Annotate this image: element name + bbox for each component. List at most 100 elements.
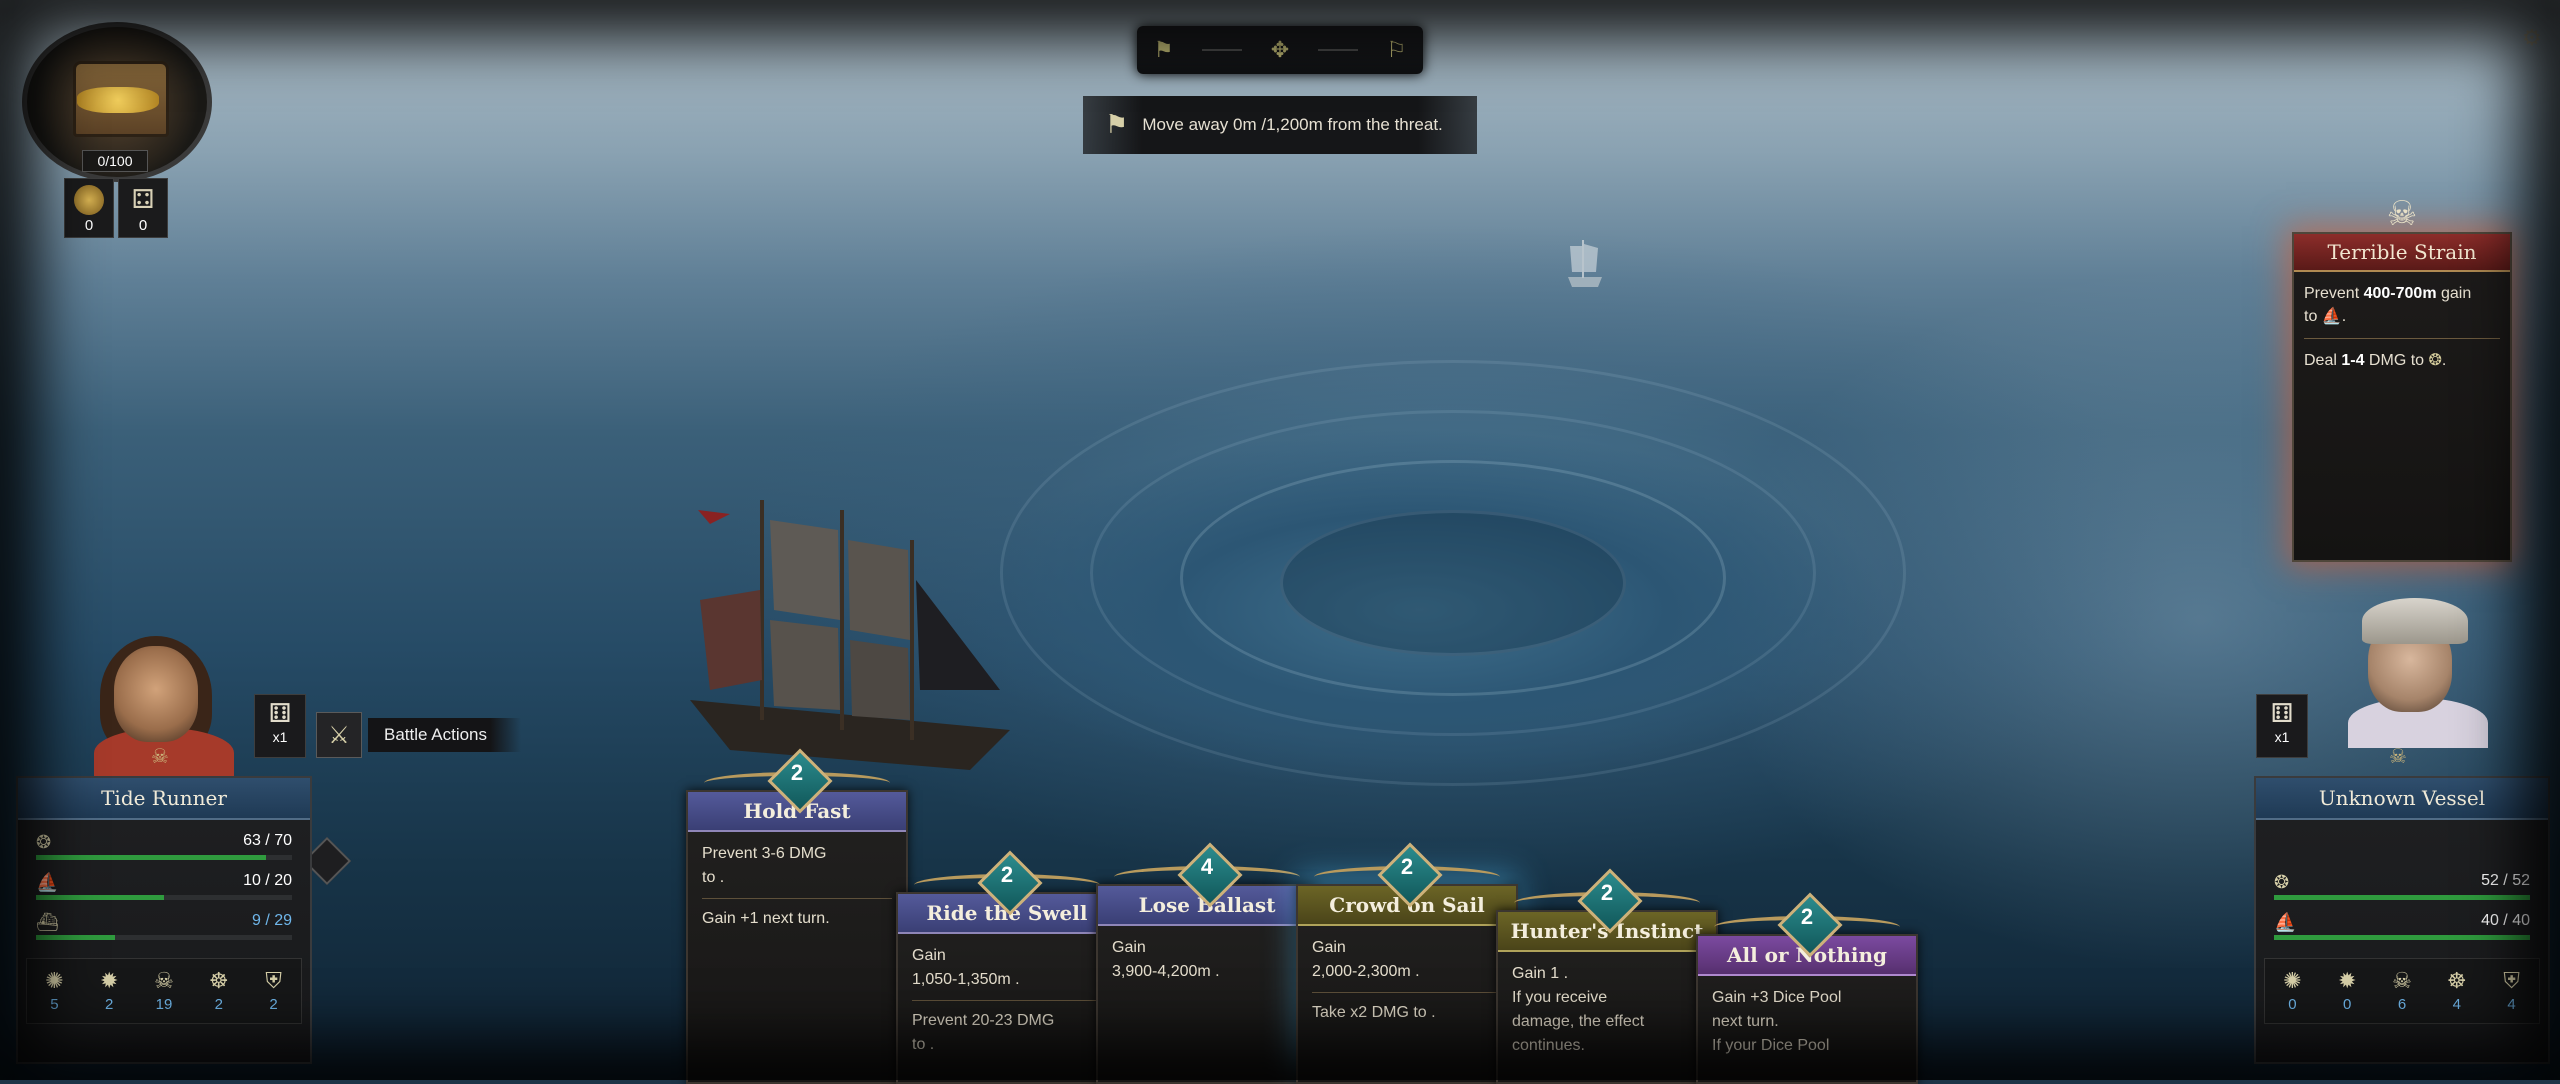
card-line: Gain +1 next turn. — [702, 910, 830, 927]
card-hunters-instinct[interactable]: 2 Hunter's Instinct Gain 1 . If you rece… — [1496, 868, 1718, 1084]
sail-value: 10 / 20 — [243, 872, 292, 889]
shield-value: 4 — [2507, 996, 2516, 1013]
navigation-value: 5 — [50, 996, 59, 1013]
cannon-value: 2 — [105, 996, 114, 1013]
card-body: Gain 1 . If you receive damage, the effe… — [1498, 952, 1716, 1058]
wheel-attr[interactable]: ☸ 4 — [2435, 969, 2479, 1013]
hull-stat: ❂ 63 / 70 — [32, 826, 296, 866]
enemy-ship-name: Unknown Vessel — [2256, 778, 2548, 820]
crossed-swords-icon: ⚔ — [316, 712, 362, 758]
player-dice-pool[interactable]: ⚅ x1 — [254, 694, 306, 758]
text: gain — [2436, 285, 2472, 302]
divider — [702, 898, 892, 899]
hull-value: 63 / 70 — [243, 832, 292, 849]
cannon-icon: ✹ — [2337, 969, 2357, 994]
wheel-icon: ☸ — [2446, 969, 2467, 994]
value: 1-4 — [2341, 352, 2365, 369]
hull-bar — [2274, 895, 2530, 900]
progress-connector — [1201, 49, 1242, 51]
crew-attr[interactable]: ☠ 6 — [2380, 969, 2424, 1013]
sail-value: 40 / 40 — [2481, 912, 2530, 929]
wheel-attr[interactable]: ☸ 2 — [197, 969, 241, 1013]
card-crowd-on-sail[interactable]: 2 Crowd on Sail Gain 2,000-2,300m . Take… — [1296, 842, 1518, 1084]
text: Prevent — [2304, 285, 2364, 302]
dice-multiplier: x1 — [272, 729, 288, 745]
crew-value: 0 — [138, 217, 148, 234]
hull-value: 52 / 52 — [2481, 872, 2530, 889]
shield-icon: ⛨ — [265, 969, 282, 994]
progress-connector — [1318, 49, 1359, 51]
sail-fill — [2274, 935, 2530, 940]
pirate-flag-icon: ⚑ — [1105, 110, 1129, 140]
enemy-dice-pool[interactable]: ⚅ x1 — [2256, 694, 2308, 758]
enemy-portrait[interactable] — [2340, 598, 2490, 748]
value: 400-700m — [2363, 285, 2437, 302]
card-lose-ballast[interactable]: 4 Lose Ballast Gain 3,900-4,200m . — [1096, 842, 1318, 1084]
divider — [912, 1000, 1102, 1001]
sail-bar — [2274, 935, 2530, 940]
wheel-icon: ☸ — [208, 969, 229, 994]
navigation-attr[interactable]: ✺ 0 — [2270, 969, 2314, 1013]
crew-value: 6 — [2397, 996, 2407, 1013]
crew-skull-icon: ☠ — [154, 969, 174, 994]
card-line: Prevent 20-23 DMG — [912, 1012, 1055, 1029]
card-body: Gain 1,050-1,350m . Prevent 20-23 DMG to… — [898, 934, 1116, 1057]
text: Deal — [2304, 352, 2342, 369]
wheel-value: 4 — [2452, 996, 2461, 1013]
crew-attr[interactable]: ☠ 19 — [142, 969, 186, 1013]
hat — [2362, 598, 2468, 644]
crew-skull-icon: ☠ — [2392, 969, 2412, 994]
distance-icon: ⛴ — [36, 912, 59, 933]
hull-fill — [2274, 895, 2530, 900]
crew-value: 19 — [155, 996, 173, 1013]
card-all-or-nothing[interactable]: 2 All or Nothing Gain +3 Dice Pool next … — [1696, 892, 1918, 1084]
distance-icon: ⛵ — [2321, 308, 2342, 325]
sail-icon: ⛵ — [2274, 912, 2297, 933]
card-hold-fast[interactable]: 2 Hold Fast Prevent 3-6 DMG to . Gain +1… — [686, 748, 908, 1084]
sail-stat: ⛵ 40 / 40 — [2270, 906, 2534, 946]
enemy-status-panel: Unknown Vessel ❂ 52 / 52 ⛵ 40 / 40 ✺ 0 ✹ 0… — [2254, 776, 2550, 1064]
gold-pile — [77, 87, 159, 113]
divider — [1312, 992, 1502, 993]
cannon-attr[interactable]: ✹ 0 — [2325, 969, 2369, 1013]
distance-bar — [36, 935, 292, 940]
card-line: next turn. — [1712, 1013, 1779, 1030]
card-line: Gain +3 Dice Pool — [1712, 989, 1842, 1006]
crew-icon: ⚃ — [131, 185, 155, 215]
distance-stat: ⛴ 9 / 29 — [32, 906, 296, 946]
shield-icon: ⛨ — [2503, 969, 2520, 994]
navigation-icon: ✺ — [45, 969, 64, 994]
card-line: to . — [702, 869, 725, 886]
wheel-value: 2 — [214, 996, 223, 1013]
shield-attr[interactable]: ⛨ 2 — [252, 969, 296, 1013]
card-line: If your Dice Pool — [1712, 1037, 1830, 1054]
player-attributes: ✺ 5 ✹ 2 ☠ 19 ☸ 2 ⛨ 2 — [26, 958, 302, 1024]
card-line: Gain — [912, 947, 946, 964]
enemy-intent-card[interactable]: ☠ Terrible Strain Prevent 400-700m gain … — [2292, 194, 2512, 562]
map-icon: ⚑ — [1153, 37, 1174, 63]
player-ship-name: Tide Runner — [18, 778, 310, 820]
settings-gear-icon[interactable]: ⚙ — [2522, 26, 2546, 51]
shield-attr[interactable]: ⛨ 4 — [2490, 969, 2534, 1013]
gold-value: 0 — [84, 217, 94, 234]
cannon-attr[interactable]: ✹ 2 — [87, 969, 131, 1013]
gold-resource: 0 — [64, 178, 114, 238]
card-line: Gain — [1312, 939, 1346, 956]
intent-effect-1: Prevent 400-700m gain to ⛵. — [2294, 272, 2510, 328]
navigation-value: 0 — [2288, 996, 2297, 1013]
card-body: Gain 3,900-4,200m . — [1098, 926, 1316, 984]
skull-crest-icon: ☠ — [151, 744, 169, 768]
text: to — [2304, 308, 2322, 325]
shield-value: 2 — [269, 996, 278, 1013]
card-line: Gain — [1112, 939, 1146, 956]
text: . — [2441, 352, 2447, 369]
navigation-attr[interactable]: ✺ 5 — [32, 969, 76, 1013]
card-cost: 2 — [1400, 854, 1414, 879]
card-line: If you receive — [1512, 989, 1608, 1006]
hull-bar — [36, 855, 292, 860]
card-line: continues. — [1512, 1037, 1585, 1054]
battle-actions[interactable]: ⚔ Battle Actions — [316, 712, 522, 758]
card-ride-the-swell[interactable]: 2 Ride the Swell Gain 1,050-1,350m . Pre… — [896, 850, 1118, 1084]
distance-value: 9 / 29 — [251, 912, 292, 929]
crew-resource: ⚃ 0 — [118, 178, 168, 238]
